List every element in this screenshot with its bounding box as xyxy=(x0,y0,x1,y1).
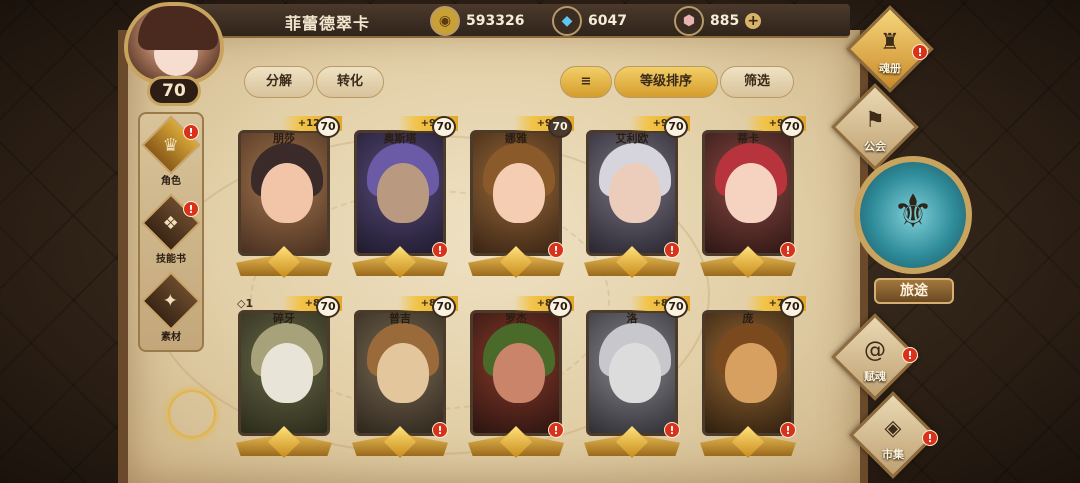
market-label: 市集 xyxy=(882,448,904,461)
sort-by-level-button[interactable]: 等级排序 xyxy=(614,66,718,98)
hero-card[interactable]: +9 70 奥斯塔 ! xyxy=(352,116,458,286)
alert-icon: ! xyxy=(780,422,796,438)
gem-amount: 885 xyxy=(710,13,740,29)
hero-name: 朋莎 xyxy=(273,132,295,145)
player-level: 70 xyxy=(147,76,201,106)
filter-button[interactable]: 筛选 xyxy=(720,66,794,98)
sort-icon: ≡ xyxy=(580,74,592,89)
alert-icon: ! xyxy=(183,124,199,140)
alert-icon: ! xyxy=(183,201,199,217)
hero-portrait xyxy=(238,130,330,256)
currency-crystal: ◆ 6047 xyxy=(552,6,627,36)
currency-gold: ◉ 593326 xyxy=(430,6,524,36)
player-avatar-frame[interactable]: 70 xyxy=(118,0,230,112)
hero-card[interactable]: +8 70 洛 ! xyxy=(584,296,690,466)
journey-button[interactable]: ⚜ 旅途 xyxy=(854,156,972,306)
hero-portrait xyxy=(586,130,678,256)
hero-name: 艾利欧 xyxy=(615,132,649,145)
alert-icon: ! xyxy=(548,422,564,438)
hero-portrait xyxy=(702,130,794,256)
hero-name: 蒂卡 xyxy=(737,132,759,145)
hero-portrait xyxy=(702,310,794,436)
add-gem-button[interactable]: + xyxy=(745,13,762,29)
lock-count: ◇1 xyxy=(237,297,254,310)
alert-icon: ! xyxy=(664,242,680,258)
soul-gift-label: 赋魂 xyxy=(864,370,886,383)
hero-portrait xyxy=(238,310,330,436)
avatar[interactable] xyxy=(124,2,224,84)
alert-icon: ! xyxy=(912,44,928,60)
guild-label: 公会 xyxy=(864,140,886,153)
avatar-hair xyxy=(138,6,218,50)
floating-ring-button[interactable] xyxy=(168,390,216,438)
hero-card[interactable]: +8 70 普吉 ! xyxy=(352,296,458,466)
material-icon: ✦ xyxy=(141,271,201,331)
hero-name: 普吉 xyxy=(389,312,411,325)
hero-portrait xyxy=(354,310,446,436)
player-name: 菲蕾德翠卡 xyxy=(285,14,371,33)
hero-card[interactable]: +12 70 朋莎 xyxy=(236,116,342,286)
alert-icon: ! xyxy=(780,242,796,258)
rank-crest xyxy=(236,246,332,280)
gold-amount: 593326 xyxy=(466,13,525,29)
sidebar-item-materials[interactable]: ✦ 素材 xyxy=(141,271,201,348)
alert-icon: ! xyxy=(548,242,564,258)
hero-portrait xyxy=(586,310,678,436)
hero-card[interactable]: +7 70 庞 ! xyxy=(700,296,806,466)
convert-button[interactable]: 转化 xyxy=(316,66,384,98)
alert-icon: ! xyxy=(432,422,448,438)
hero-name: 罗杰 xyxy=(505,312,527,325)
gold-coin-icon: ◉ xyxy=(430,6,460,36)
hero-name: 娜雅 xyxy=(505,132,527,145)
blue-crystal-icon: ◆ xyxy=(552,6,582,36)
hero-card[interactable]: +9 70 蒂卡 ! xyxy=(700,116,806,286)
hero-portrait xyxy=(470,310,562,436)
guild-icon: ⚑ xyxy=(865,108,885,133)
alert-icon: ! xyxy=(902,347,918,363)
decompose-button[interactable]: 分解 xyxy=(244,66,314,98)
alert-icon: ! xyxy=(432,242,448,258)
alert-icon: ! xyxy=(922,430,938,446)
alert-icon: ! xyxy=(664,422,680,438)
journey-label: 旅途 xyxy=(874,278,954,304)
soul-book-label: 魂册 xyxy=(879,62,901,75)
pink-gem-icon: ⬢ xyxy=(674,6,704,36)
hero-card[interactable]: +8 70 ◇1 碎牙 xyxy=(236,296,342,466)
rank-crest xyxy=(236,426,332,460)
crystal-amount: 6047 xyxy=(588,13,627,29)
hero-name: 奥斯塔 xyxy=(383,132,417,145)
sort-order-button[interactable]: ≡ xyxy=(560,66,612,98)
hero-card[interactable]: +9 70 艾利欧 ! xyxy=(584,116,690,286)
hero-name: 洛 xyxy=(626,312,638,325)
journey-emblem-icon: ⚜ xyxy=(892,184,934,238)
hero-card[interactable]: +9 70 娜雅 ! xyxy=(468,116,574,286)
hero-name: 庞 xyxy=(742,312,754,325)
hero-card[interactable]: +8 70 罗杰 ! xyxy=(468,296,574,466)
currency-gem[interactable]: ⬢ 885 + xyxy=(674,6,762,36)
hero-name: 碎牙 xyxy=(273,312,295,325)
hero-portrait xyxy=(470,130,562,256)
hero-portrait xyxy=(354,130,446,256)
